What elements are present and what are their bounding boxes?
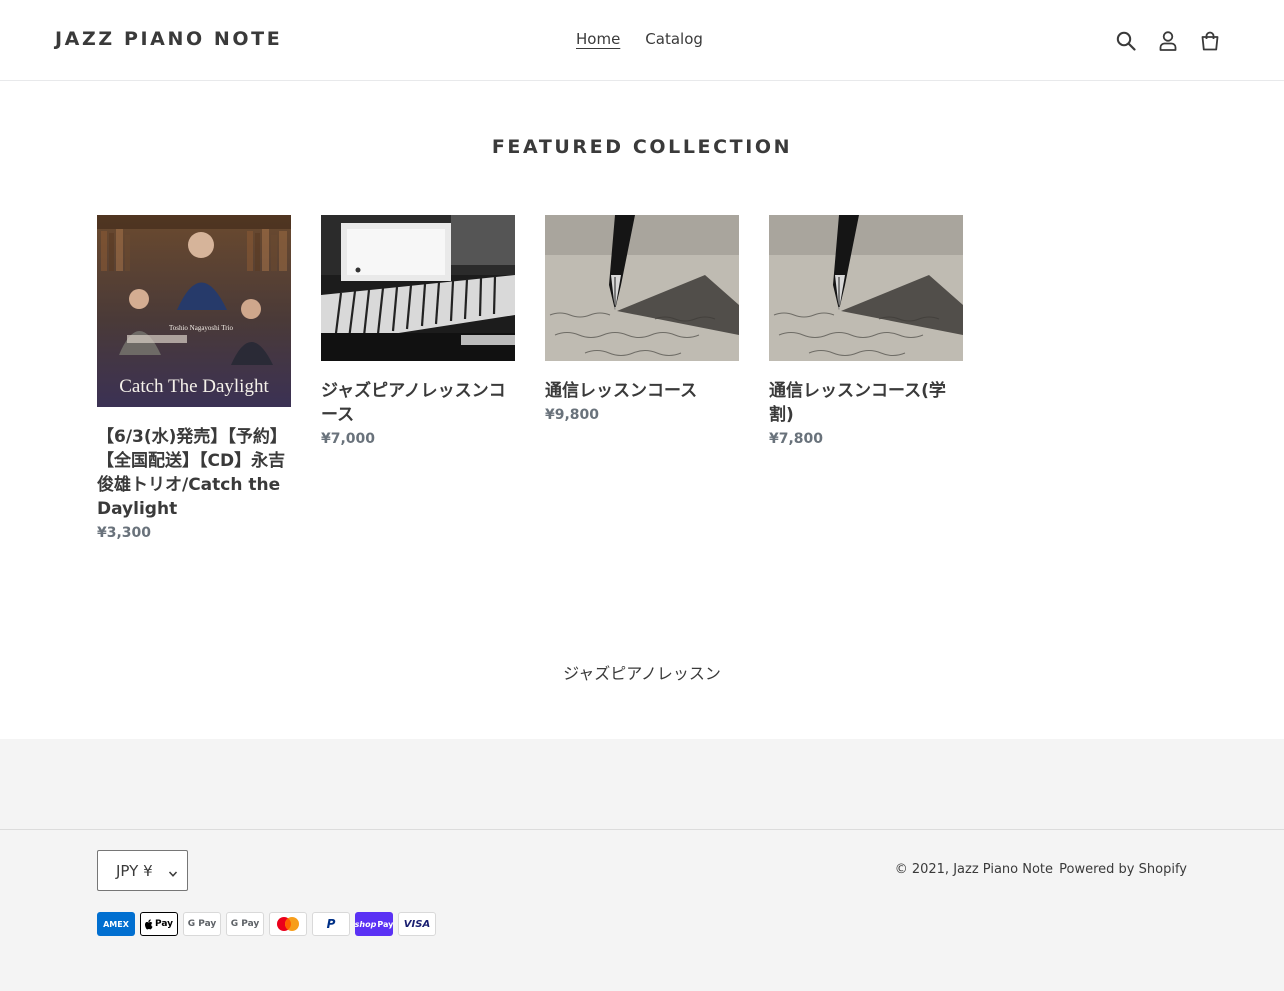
- product-price: ¥3,300: [97, 525, 152, 541]
- product-title[interactable]: 通信レッスンコース(学割): [769, 379, 963, 427]
- nav-catalog[interactable]: Catalog: [645, 30, 703, 48]
- paypal-icon: P: [312, 912, 350, 936]
- payment-icons: AMEX Pay G Pay G Pay P shop Pay VISA: [97, 912, 436, 936]
- product-card[interactable]: 通信レッスンコース ¥9,800: [545, 215, 739, 427]
- product-card[interactable]: Toshio Nagayoshi Trio Catch The Daylight…: [97, 215, 291, 545]
- visa-icon: VISA: [398, 912, 436, 936]
- main-nav: Home Catalog: [576, 30, 703, 48]
- product-image[interactable]: [545, 215, 739, 365]
- product-card[interactable]: ジャズピアノレッスンコース ¥7,000: [321, 215, 515, 451]
- mastercard-icon: [269, 912, 307, 936]
- album-caption: Catch The Daylight: [119, 376, 269, 397]
- shop-pay-icon: shop Pay: [355, 912, 393, 936]
- rich-text: ジャズピアノレッスン: [563, 664, 721, 683]
- search-icon[interactable]: [1112, 27, 1139, 54]
- nav-home[interactable]: Home: [576, 30, 620, 48]
- currency-selector[interactable]: JPY ¥: [97, 850, 188, 891]
- product-title[interactable]: 【6/3(水)発売】【予約】【全国配送】【CD】永吉俊雄トリオ/Catch th…: [97, 425, 291, 521]
- product-image[interactable]: Toshio Nagayoshi Trio Catch The Daylight: [97, 215, 291, 411]
- google-pay-icon: G Pay: [226, 912, 264, 936]
- apple-pay-label: Pay: [154, 919, 174, 929]
- product-price: ¥7,000: [321, 431, 376, 447]
- product-price: ¥9,800: [545, 407, 600, 423]
- site-logo[interactable]: JAZZ PIANO NOTE: [55, 28, 282, 50]
- cart-icon[interactable]: [1196, 27, 1223, 54]
- album-subcaption: Toshio Nagayoshi Trio: [169, 324, 234, 332]
- amex-icon: AMEX: [97, 912, 135, 936]
- copyright-prefix: © 2021,: [894, 862, 950, 877]
- product-image[interactable]: [321, 215, 515, 365]
- product-card[interactable]: 通信レッスンコース(学割) ¥7,800: [769, 215, 963, 451]
- site-header: JAZZ PIANO NOTE Home Catalog: [0, 0, 1284, 81]
- footer-divider: [0, 829, 1284, 830]
- chevron-down-icon: [168, 865, 178, 883]
- shop-name-link[interactable]: Jazz Piano Note: [953, 862, 1053, 877]
- apple-pay-icon: Pay: [140, 912, 178, 936]
- copyright: © 2021, Jazz Piano Note Powered by Shopi…: [895, 862, 1187, 877]
- currency-value: JPY ¥: [116, 861, 153, 880]
- google-pay-icon: G Pay: [183, 912, 221, 936]
- product-title[interactable]: 通信レッスンコース: [545, 379, 739, 403]
- shop-pay-label: Pay: [377, 919, 393, 929]
- product-title[interactable]: ジャズピアノレッスンコース: [321, 379, 515, 427]
- product-price: ¥7,800: [769, 431, 824, 447]
- powered-by-link[interactable]: Powered by Shopify: [1059, 862, 1187, 877]
- product-image[interactable]: [769, 215, 963, 365]
- account-icon[interactable]: [1154, 27, 1181, 54]
- header-icons: [1112, 27, 1223, 54]
- site-footer: JPY ¥ AMEX Pay G Pay G Pay P shop Pay VIS…: [0, 739, 1284, 991]
- section-title: FEATURED COLLECTION: [491, 136, 793, 158]
